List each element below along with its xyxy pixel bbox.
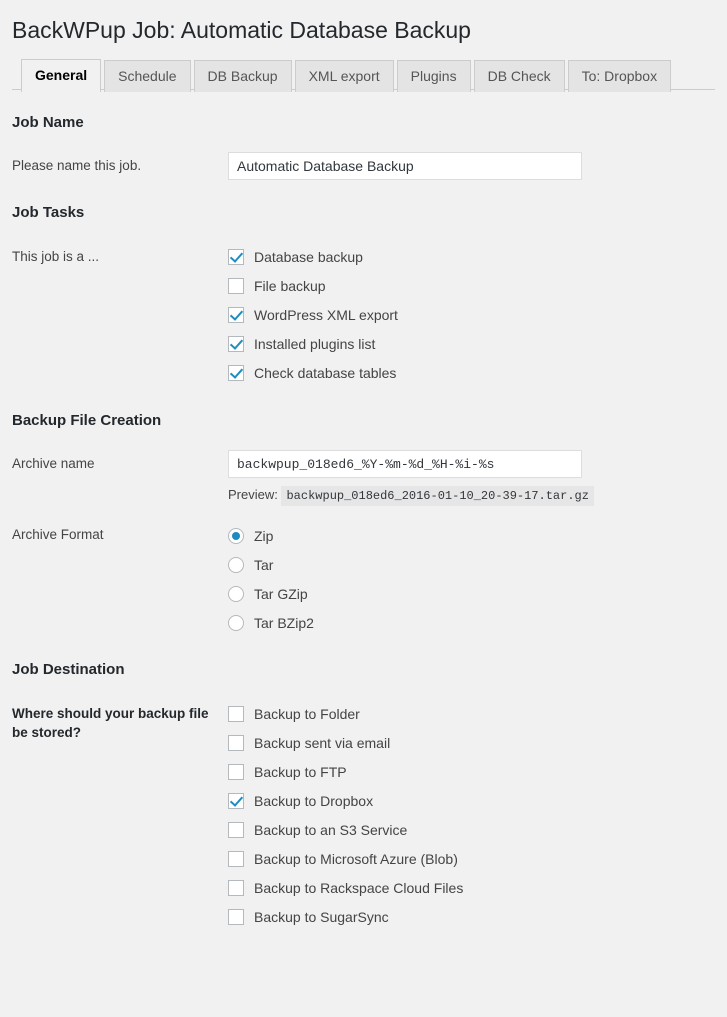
tab-label: Plugins xyxy=(410,67,457,84)
section-title-job-destination: Job Destination xyxy=(12,661,125,679)
checkbox-icon[interactable] xyxy=(228,278,244,295)
job-destination-option[interactable]: Backup to Rackspace Cloud Files xyxy=(228,874,715,903)
form-row-archive-name: Archive name Preview: backwpup_018ed6_20… xyxy=(12,432,715,507)
job-task-option-label: Check database tables xyxy=(254,365,397,382)
job-destination-option[interactable]: Backup to FTP xyxy=(228,758,715,787)
checkbox-checked-icon[interactable] xyxy=(228,336,244,353)
checkbox-checked-icon[interactable] xyxy=(228,249,244,266)
form-row-job-tasks: This job is a ... Database backup File ba… xyxy=(12,225,715,388)
checkbox-icon[interactable] xyxy=(228,764,244,781)
tab-xml-export[interactable]: XML export xyxy=(294,59,394,92)
archive-name-field-wrap: Preview: backwpup_018ed6_2016-01-10_20-3… xyxy=(228,450,715,507)
job-task-option-label: Database backup xyxy=(254,249,363,266)
checkbox-checked-icon[interactable] xyxy=(228,365,244,382)
archive-format-options: Zip Tar Tar GZip Tar BZip2 xyxy=(228,521,715,637)
archive-format-option[interactable]: Tar GZip xyxy=(228,579,715,608)
form-row-archive-format: Archive Format Zip Tar Tar GZip Tar BZip2 xyxy=(12,503,715,637)
tab-general[interactable]: General xyxy=(21,58,102,92)
preview-value: backwpup_018ed6_2016-01-10_20-39-17.tar.… xyxy=(281,486,594,507)
form-row-job-destination: Where should your backup file be stored?… xyxy=(12,682,715,932)
checkbox-icon[interactable] xyxy=(228,909,244,926)
job-destination-option-label: Backup to Rackspace Cloud Files xyxy=(254,880,464,897)
job-destination-options: Backup to Folder Backup sent via email Bac… xyxy=(228,700,715,932)
section-title-backup-file-creation: Backup File Creation xyxy=(12,411,162,429)
tab-label: DB Check xyxy=(487,67,551,84)
archive-format-option-label: Tar BZip2 xyxy=(254,614,314,631)
job-destination-option-label: Backup to Dropbox xyxy=(254,793,374,810)
job-task-option-label: File backup xyxy=(254,278,326,295)
archive-format-label: Archive Format xyxy=(12,527,104,543)
tab-db-backup[interactable]: DB Backup xyxy=(193,59,292,92)
admin-page: BackWPup Job: Automatic Database Backup … xyxy=(0,0,727,932)
tab-schedule[interactable]: Schedule xyxy=(104,59,191,92)
job-task-option-label: WordPress XML export xyxy=(254,307,398,324)
job-destination-option-label: Backup to Microsoft Azure (Blob) xyxy=(254,851,458,868)
job-destination-option[interactable]: Backup to Microsoft Azure (Blob) xyxy=(228,845,715,874)
job-task-option-label: Installed plugins list xyxy=(254,336,376,353)
job-destination-option[interactable]: Backup sent via email xyxy=(228,729,715,758)
archive-format-option-label: Tar xyxy=(254,556,274,573)
radio-icon[interactable] xyxy=(228,614,244,631)
archive-format-option[interactable]: Tar xyxy=(228,550,715,579)
job-destination-label: Where should your backup file be stored? xyxy=(12,705,209,740)
job-task-option[interactable]: Check database tables xyxy=(228,359,715,388)
checkbox-checked-icon[interactable] xyxy=(228,793,244,810)
tab-label: DB Backup xyxy=(207,67,278,84)
archive-name-input[interactable] xyxy=(228,450,582,479)
tab-label: General xyxy=(35,66,88,83)
job-destination-option-label: Backup to Folder xyxy=(254,706,360,723)
job-tasks-label: This job is a ... xyxy=(12,248,100,264)
archive-name-label: Archive name xyxy=(12,456,95,472)
job-destination-option[interactable]: Backup to Dropbox xyxy=(228,787,715,816)
tab-label: Schedule xyxy=(118,67,177,84)
checkbox-checked-icon[interactable] xyxy=(228,307,244,324)
archive-format-option[interactable]: Tar BZip2 xyxy=(228,608,715,637)
tab-db-check[interactable]: DB Check xyxy=(473,59,565,92)
tab-plugins[interactable]: Plugins xyxy=(396,59,471,92)
job-destination-option-label: Backup to SugarSync xyxy=(254,909,389,926)
job-tasks-options: Database backup File backup WordPress XML … xyxy=(228,243,715,388)
job-destination-option-label: Backup to an S3 Service xyxy=(254,822,408,839)
checkbox-icon[interactable] xyxy=(228,851,244,868)
archive-format-option[interactable]: Zip xyxy=(228,521,715,550)
form-row-job-name: Please name this job. xyxy=(12,134,715,181)
job-task-option[interactable]: Database backup xyxy=(228,243,715,272)
checkbox-icon[interactable] xyxy=(228,706,244,723)
job-name-label: Please name this job. xyxy=(12,158,142,174)
job-name-input[interactable] xyxy=(228,152,582,181)
archive-name-preview: Preview: backwpup_018ed6_2016-01-10_20-3… xyxy=(228,478,715,507)
preview-label: Preview: xyxy=(228,487,278,503)
section-title-job-tasks: Job Tasks xyxy=(12,204,85,222)
job-destination-option[interactable]: Backup to SugarSync xyxy=(228,903,715,932)
radio-selected-icon[interactable] xyxy=(228,527,244,544)
tab-to-dropbox[interactable]: To: Dropbox xyxy=(567,59,672,92)
section-title-job-name: Job Name xyxy=(12,113,84,131)
job-destination-option-label: Backup sent via email xyxy=(254,735,391,752)
tab-label: To: Dropbox xyxy=(581,67,658,84)
checkbox-icon[interactable] xyxy=(228,735,244,752)
archive-format-option-label: Tar GZip xyxy=(254,585,308,602)
radio-icon[interactable] xyxy=(228,556,244,573)
job-name-field-wrap xyxy=(228,152,715,181)
page-title: BackWPup Job: Automatic Database Backup xyxy=(12,17,471,43)
job-destination-option[interactable]: Backup to Folder xyxy=(228,700,715,729)
job-task-option[interactable]: File backup xyxy=(228,272,715,301)
tab-label: XML export xyxy=(308,67,380,84)
job-task-option[interactable]: WordPress XML export xyxy=(228,301,715,330)
job-destination-option[interactable]: Backup to an S3 Service xyxy=(228,816,715,845)
archive-format-option-label: Zip xyxy=(254,527,274,544)
checkbox-icon[interactable] xyxy=(228,822,244,839)
radio-icon[interactable] xyxy=(228,585,244,602)
job-destination-option-label: Backup to FTP xyxy=(254,764,347,781)
tab-bar: General Schedule DB Backup XML export Plugin… xyxy=(12,58,715,92)
checkbox-icon[interactable] xyxy=(228,880,244,897)
job-task-option[interactable]: Installed plugins list xyxy=(228,330,715,359)
